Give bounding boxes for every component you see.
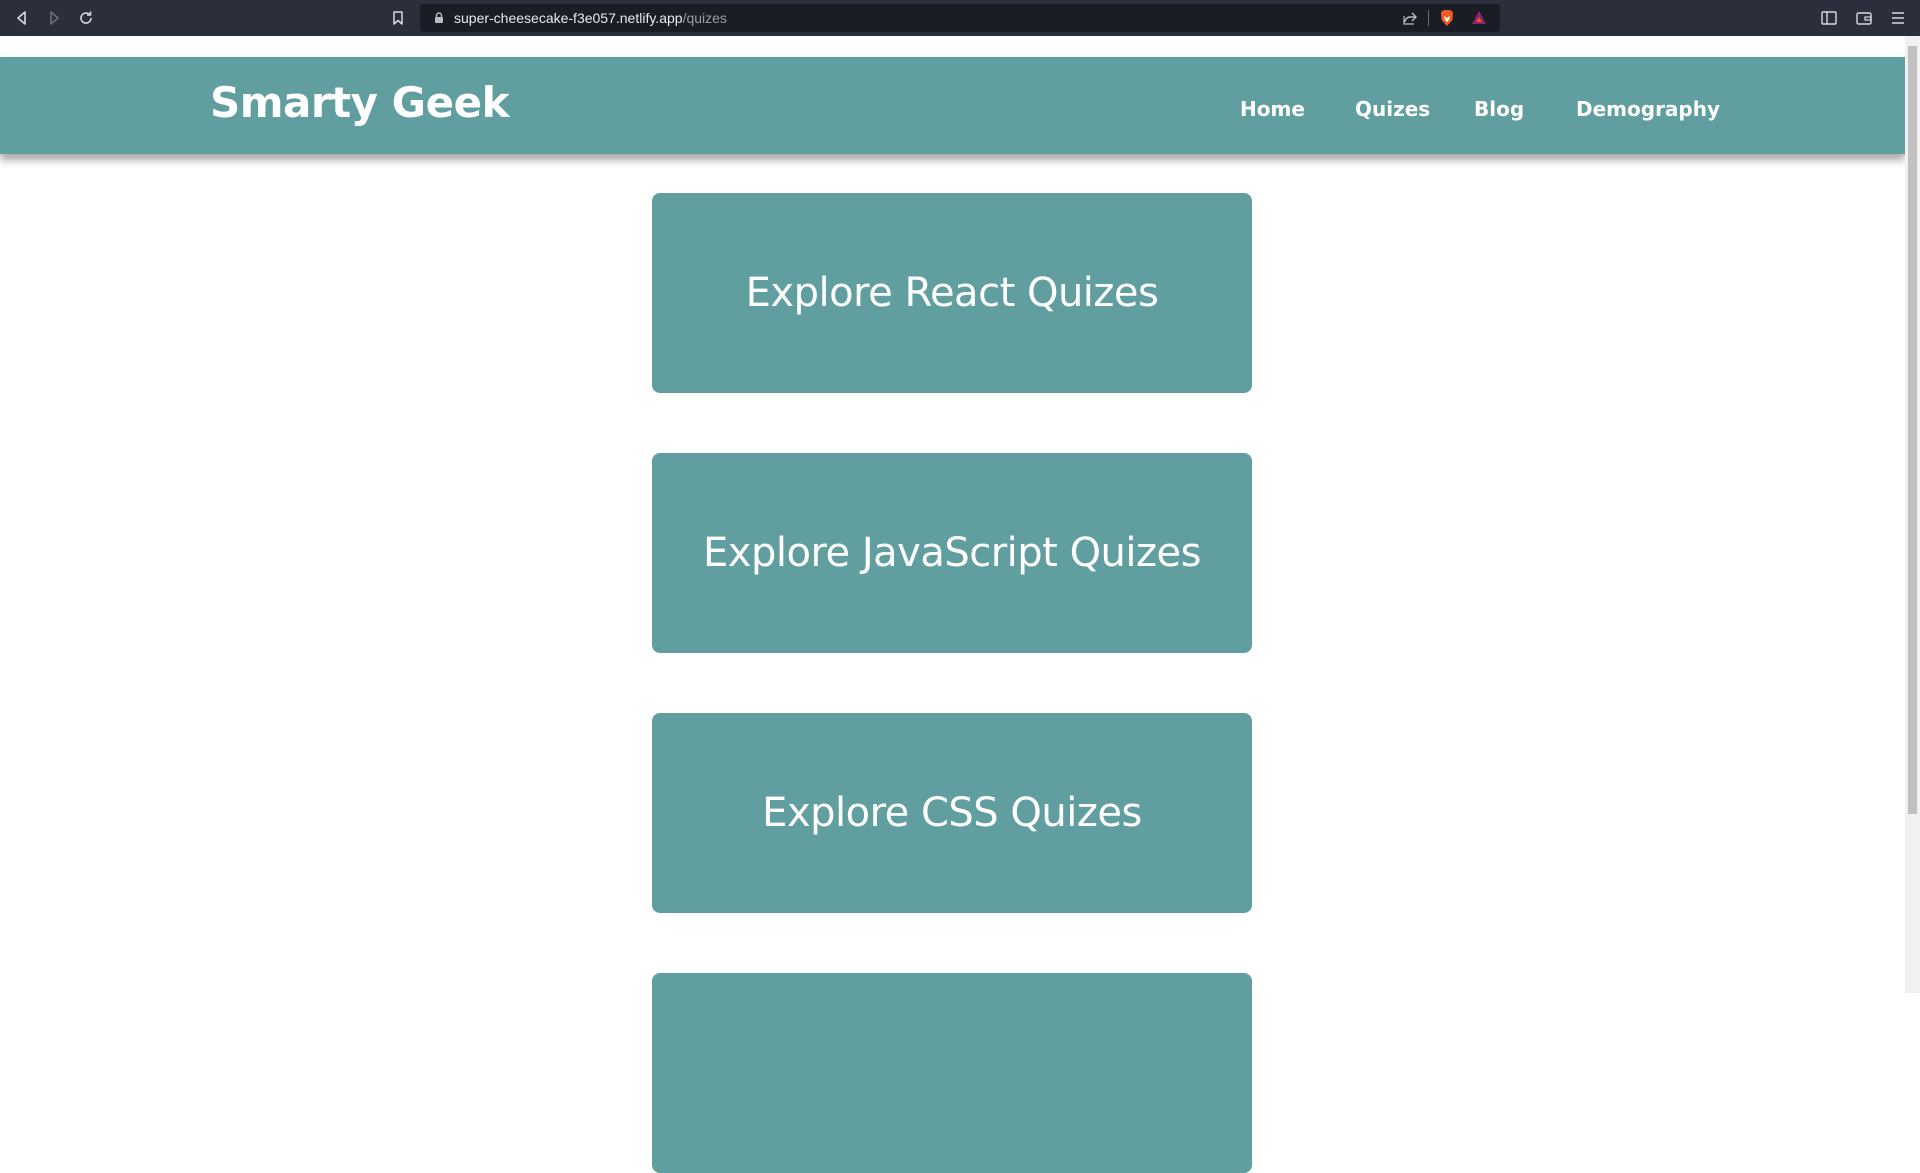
card-label: Explore React Quizes xyxy=(745,270,1159,316)
scrollbar-thumb[interactable] xyxy=(1908,46,1917,814)
page-scrollbar[interactable] xyxy=(1905,36,1920,993)
brave-shields-icon[interactable] xyxy=(1438,9,1456,27)
page-content: Smarty Geek Home Quizes Blog Demography … xyxy=(0,36,1905,1173)
reload-icon[interactable] xyxy=(76,8,96,28)
bookmark-icon[interactable] xyxy=(388,8,408,28)
javascript-quiz-card[interactable]: Explore JavaScript Quizes xyxy=(652,453,1252,653)
url-host: super-cheesecake-f3e057.netlify.app xyxy=(454,10,683,26)
react-quiz-card[interactable]: Explore React Quizes xyxy=(652,193,1252,393)
url-text[interactable]: super-cheesecake-f3e057.netlify.app/quiz… xyxy=(454,10,727,26)
sidebar-icon[interactable] xyxy=(1820,9,1838,27)
quiz-card-partial[interactable] xyxy=(652,973,1252,1173)
back-icon[interactable] xyxy=(12,8,32,28)
menu-icon[interactable] xyxy=(1889,9,1907,27)
nav-link-blog[interactable]: Blog xyxy=(1474,97,1524,121)
forward-icon[interactable] xyxy=(44,8,64,28)
nav-link-home[interactable]: Home xyxy=(1240,97,1305,121)
browser-toolbar: super-cheesecake-f3e057.netlify.app/quiz… xyxy=(0,0,1920,36)
lock-icon[interactable] xyxy=(432,11,446,25)
url-path: /quizes xyxy=(682,10,727,26)
wallet-icon[interactable] xyxy=(1855,9,1873,27)
site-header: Smarty Geek Home Quizes Blog Demography xyxy=(0,57,1905,154)
card-label: Explore JavaScript Quizes xyxy=(703,530,1201,576)
nav-link-quizes[interactable]: Quizes xyxy=(1355,97,1430,121)
brave-rewards-icon[interactable] xyxy=(1470,9,1488,27)
nav-link-demography[interactable]: Demography xyxy=(1576,97,1720,121)
share-icon[interactable] xyxy=(1402,10,1418,26)
card-label: Explore CSS Quizes xyxy=(762,790,1142,836)
address-bar[interactable]: super-cheesecake-f3e057.netlify.app/quiz… xyxy=(420,4,1500,32)
css-quiz-card[interactable]: Explore CSS Quizes xyxy=(652,713,1252,913)
site-title[interactable]: Smarty Geek xyxy=(210,78,510,127)
address-separator xyxy=(1428,10,1429,26)
